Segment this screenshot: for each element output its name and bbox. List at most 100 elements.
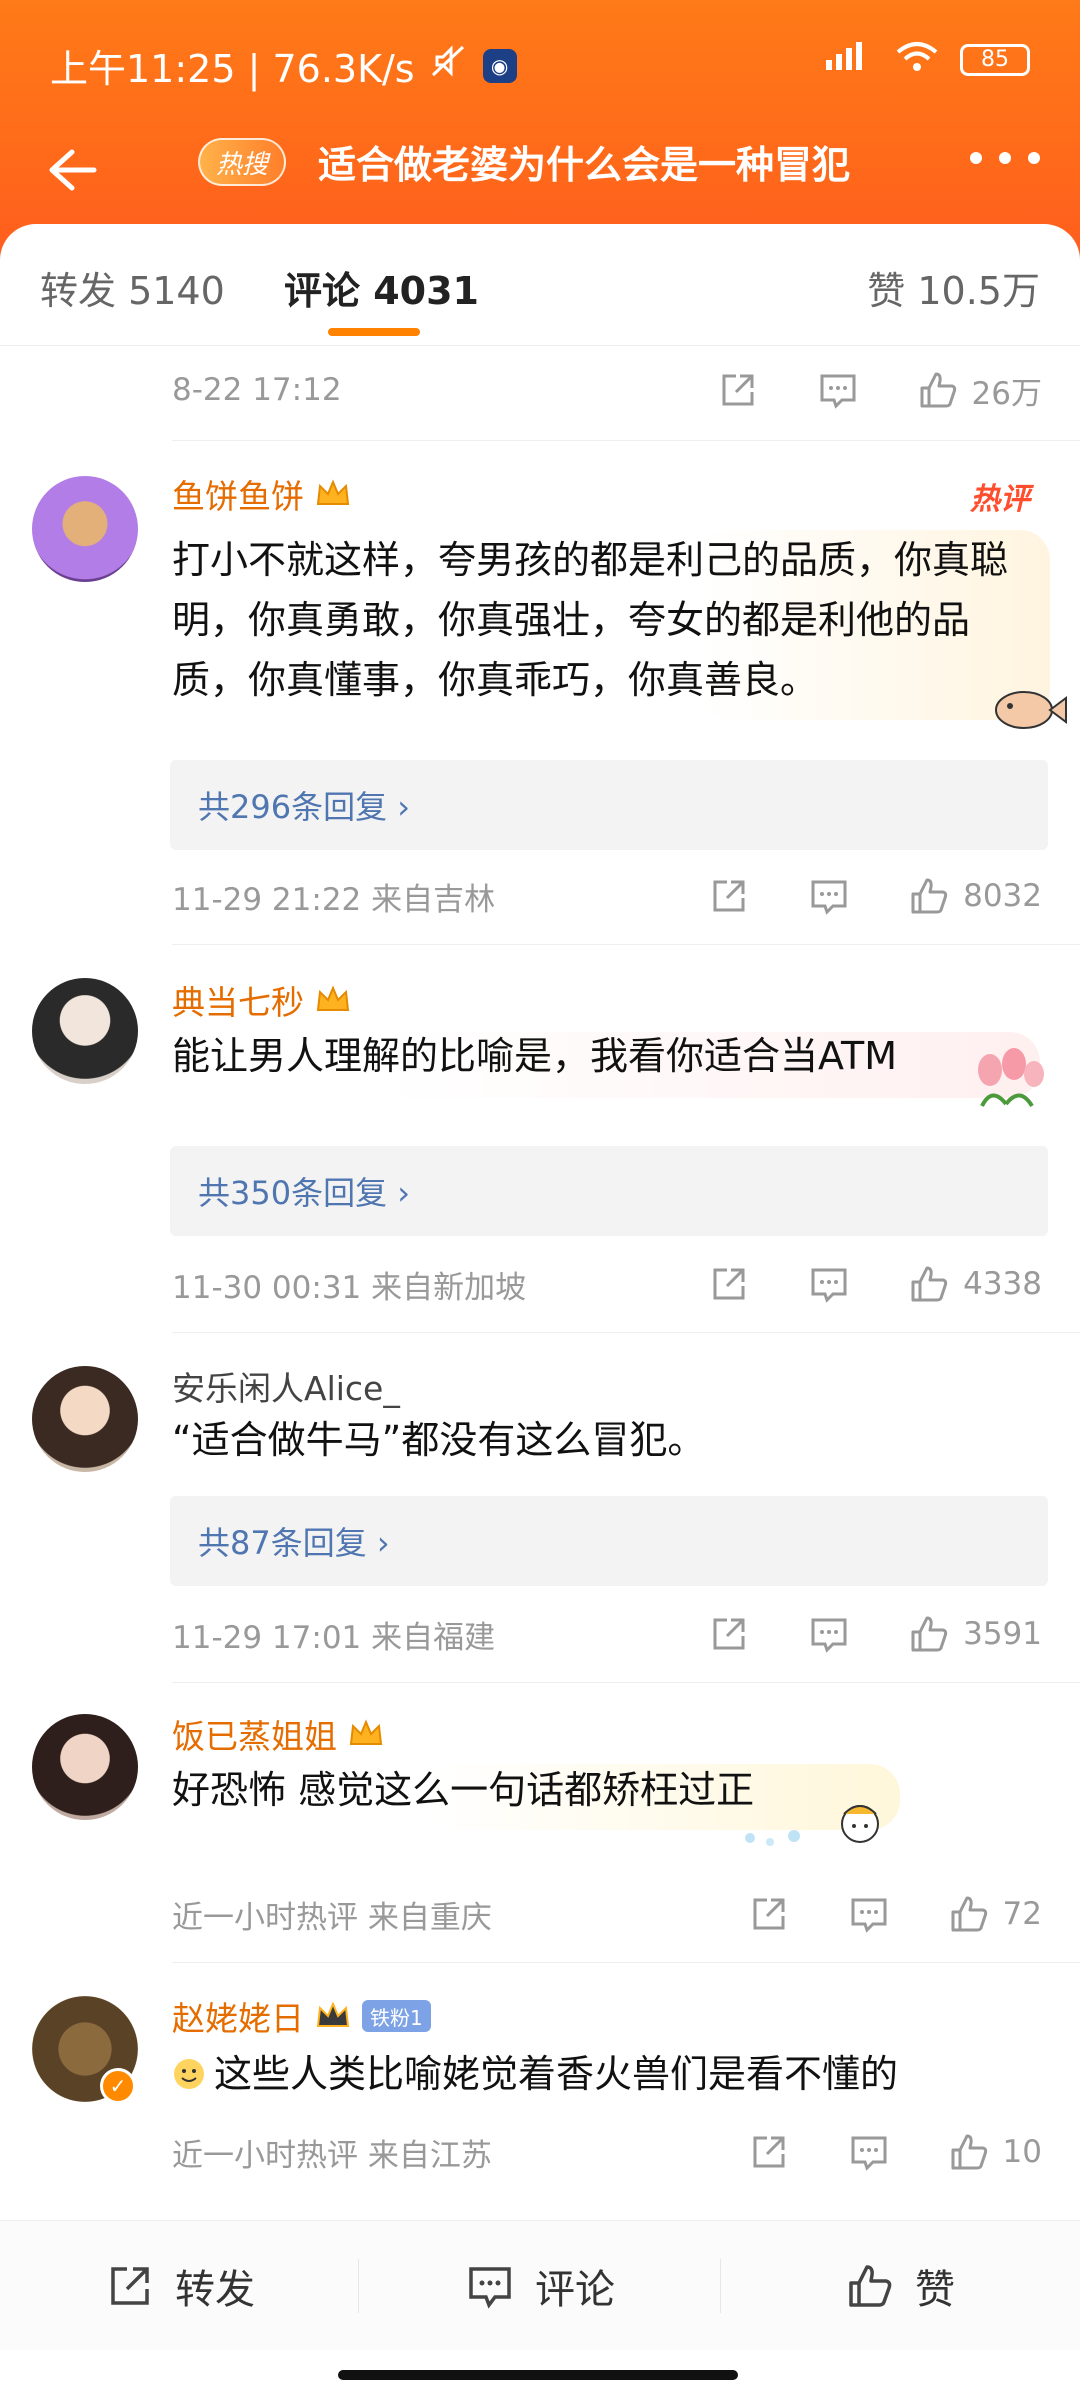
share-button[interactable]	[747, 1892, 791, 1936]
thumbs-up-icon	[849, 2265, 892, 2307]
hot-search-badge[interactable]: 热搜	[198, 138, 287, 186]
app-notification-icon: ◉	[482, 48, 517, 83]
username-text: 典当七秒	[172, 983, 304, 1022]
comment-icon	[469, 2267, 511, 2309]
comment-text: “适合做牛马”都没有这么冒犯。	[172, 1418, 706, 1462]
comment-actions: 4338	[707, 1262, 1042, 1306]
thumbs-up-icon	[911, 1266, 948, 1302]
like-count: 26万	[971, 375, 1042, 412]
home-indicator[interactable]	[338, 2370, 738, 2380]
like-count: 4338	[963, 1266, 1042, 1302]
share-button[interactable]	[716, 368, 760, 412]
share-button[interactable]	[707, 1612, 751, 1656]
comment-text: 这些人类比喻姥觉着香火兽们是看不懂的	[214, 2052, 899, 2096]
dot	[970, 152, 982, 164]
replies-link[interactable]: 共350条回复 ›	[170, 1146, 1048, 1236]
tab-likes[interactable]: 赞 10.5万	[867, 260, 1040, 315]
like-button[interactable]: 4338	[907, 1262, 1042, 1306]
replies-link[interactable]: 共296条回复 ›	[170, 760, 1048, 850]
comment-button[interactable]	[807, 1612, 851, 1656]
comment-icon	[811, 1618, 847, 1653]
share-icon	[713, 1618, 745, 1650]
share-icon	[753, 2136, 785, 2168]
fan-badge: 铁粉1	[362, 2000, 431, 2032]
emoji-icon	[174, 2059, 204, 2089]
status-right: 85	[822, 38, 1030, 81]
comment-text: 打小不就这样，夸男孩的都是利己的品质，你真聪明，你真勇敢，你真强壮，夸女的都是利…	[172, 538, 1009, 702]
share-icon	[111, 2267, 149, 2305]
like-button[interactable]: 8032	[907, 874, 1042, 918]
username[interactable]: 鱼饼鱼饼	[172, 470, 352, 518]
comment-text: 好恐怖 感觉这么一句话都矫枉过正	[172, 1768, 755, 1812]
comment-actions: 8032	[707, 874, 1042, 918]
crown-icon	[316, 985, 350, 1011]
verified-badge-icon: ✓	[100, 2068, 136, 2104]
comment-meta-row: 11-29 21:22 来自吉林 8032	[172, 866, 1042, 926]
bottom-repost-button[interactable]: 转发	[0, 2221, 360, 2351]
divider	[172, 1682, 1080, 1683]
battery-indicator: 85	[960, 43, 1030, 76]
comment-text-row: 这些人类比喻姥觉着香火兽们是看不懂的	[172, 2044, 1032, 2104]
comment-meta-row: 11-29 17:01 来自福建 3591	[172, 1604, 1042, 1664]
bottom-comment-button[interactable]: 评论	[360, 2221, 720, 2351]
username[interactable]: 典当七秒	[172, 976, 352, 1024]
status-time-speed: 上午11:25 | 76.3K/s	[50, 47, 415, 91]
share-button[interactable]	[747, 2130, 791, 2174]
comment-button[interactable]	[816, 368, 860, 412]
like-count: 3591	[963, 1616, 1042, 1652]
like-button[interactable]: 10	[947, 2130, 1042, 2174]
share-button[interactable]	[707, 874, 751, 918]
comment-button[interactable]	[847, 2130, 891, 2174]
comment-button[interactable]	[847, 1892, 891, 1936]
username-text: 赵姥姥日	[172, 1999, 304, 2038]
page-title: 适合做老婆为什么会是一种冒犯	[318, 143, 851, 187]
avatar[interactable]	[32, 978, 138, 1084]
comment-button[interactable]	[807, 1262, 851, 1306]
avatar[interactable]	[32, 1714, 138, 1820]
comment-icon	[820, 374, 856, 409]
back-button[interactable]	[40, 140, 100, 200]
tulip-sticker-icon	[962, 1046, 1052, 1120]
dot	[1028, 152, 1040, 164]
username[interactable]: 饭已蒸姐姐	[172, 1710, 385, 1758]
active-tab-indicator	[328, 328, 420, 336]
bottom-action-bar: 转发 评论 赞	[0, 2220, 1080, 2350]
like-count: 10	[1002, 2134, 1042, 2170]
crown-icon	[316, 479, 350, 505]
thumbs-up-icon	[911, 878, 948, 914]
comment-actions: 72	[747, 1892, 1042, 1936]
avatar[interactable]	[32, 1366, 138, 1472]
like-button[interactable]: 26万	[916, 368, 1042, 413]
comment-button[interactable]	[807, 874, 851, 918]
username-text: 鱼饼鱼饼	[172, 477, 304, 516]
comment-icon	[851, 2136, 887, 2171]
comment-text: 能让男人理解的比喻是，我看你适合当ATM	[172, 1034, 898, 1078]
header-bar: 上午11:25 | 76.3K/s ◉ 85 热搜 适合做老婆为什么会是一种冒犯	[0, 0, 1080, 260]
more-options-button[interactable]	[970, 152, 1040, 176]
comment-meta-row: 近一小时热评 来自江苏 10	[172, 2122, 1042, 2182]
like-count: 72	[1002, 1896, 1042, 1932]
username[interactable]: 安乐闲人Alice_	[172, 1362, 400, 1410]
replies-link[interactable]: 共87条回复 ›	[170, 1496, 1048, 1586]
comment-actions: 3591	[707, 1612, 1042, 1656]
share-icon	[753, 1898, 785, 1930]
bottom-like-label: 赞	[915, 2267, 955, 2313]
comment-time-location: 近一小时热评 来自江苏	[172, 2137, 492, 2174]
bottom-like-button[interactable]: 赞	[720, 2221, 1080, 2351]
avatar[interactable]	[32, 476, 138, 582]
share-icon	[713, 1268, 745, 1300]
divider	[172, 944, 1080, 945]
tab-bar: 转发 5140 评论 4031 赞 10.5万	[0, 224, 1080, 346]
comment-meta-row: 近一小时热评 来自重庆 72	[172, 1884, 1042, 1944]
battery-level: 85	[981, 47, 1009, 72]
share-button[interactable]	[707, 1262, 751, 1306]
fish-sticker-icon	[988, 680, 1068, 744]
like-button[interactable]: 72	[947, 1892, 1042, 1936]
tab-comments[interactable]: 评论 4031	[284, 260, 479, 315]
bottom-repost-label: 转发	[175, 2267, 255, 2313]
thumbs-up-icon	[951, 1896, 987, 1932]
like-button[interactable]: 3591	[907, 1612, 1042, 1656]
tab-repost[interactable]: 转发 5140	[40, 260, 225, 315]
username[interactable]: 赵姥姥日 铁粉1	[172, 1992, 431, 2040]
divider	[172, 1962, 1080, 1963]
